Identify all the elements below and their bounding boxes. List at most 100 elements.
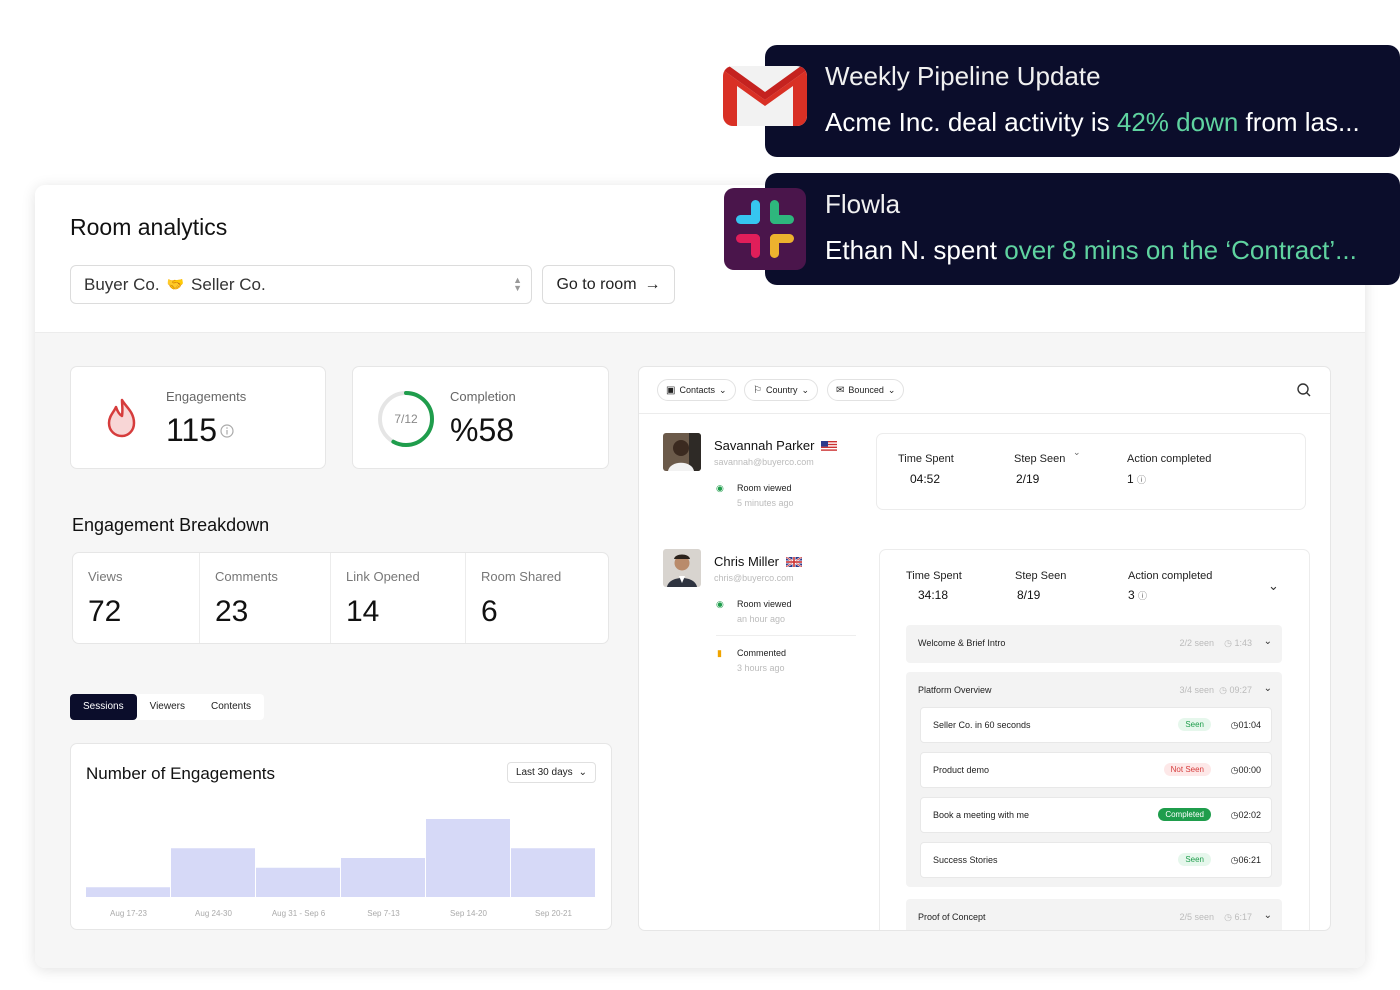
page-title: Room analytics xyxy=(70,214,228,240)
step-name: Platform Overview xyxy=(918,685,992,695)
engagements-label: Engagements xyxy=(166,389,247,404)
chart-bar[interactable] xyxy=(86,887,170,897)
step-row[interactable]: Proof of Concept 2/5 seen ◷ 6:17 ⌄ xyxy=(906,899,1282,930)
content-item[interactable]: Product demo Not Seen ◷00:00 xyxy=(920,752,1272,788)
search-icon[interactable] xyxy=(1296,382,1312,398)
breakdown-views: Views 72 xyxy=(73,553,200,643)
step-seen-value: 8/19 xyxy=(1017,588,1041,602)
tab-viewers[interactable]: Viewers xyxy=(137,694,198,720)
chart-bar[interactable] xyxy=(511,848,595,897)
content-name: Success Stories xyxy=(933,855,998,865)
content-item[interactable]: Book a meeting with me Completed ◷02:02 xyxy=(920,797,1272,833)
status-badge: Completed xyxy=(1158,808,1211,821)
chevron-down-icon[interactable]: ⌄ xyxy=(1264,683,1272,694)
engagements-value: 115 xyxy=(166,412,218,448)
content-time: ◷06:21 xyxy=(1230,855,1261,865)
step-seen: 2/2 seen xyxy=(1179,638,1214,648)
contact-email: chris@buyerco.com xyxy=(714,573,794,583)
comment-icon: ▮ xyxy=(717,648,722,658)
completion-value: %58 xyxy=(450,412,515,448)
filter-label: Country xyxy=(765,385,798,395)
completion-card: 7/12 Completion %58 xyxy=(352,366,609,469)
filter-label: Contacts xyxy=(679,385,715,395)
activity-label: Commented xyxy=(737,648,787,658)
chart-bar[interactable] xyxy=(341,858,425,897)
content-name: Book a meeting with me xyxy=(933,810,1030,820)
room-select[interactable]: Buyer Co. 🤝 Seller Co. ▲ ▼ xyxy=(70,265,532,304)
chevron-down-icon[interactable]: ⌄ xyxy=(1073,447,1081,458)
x-tick-label: Sep 7-13 xyxy=(367,909,400,918)
contact-metrics: Time Spent 04:52 Step Seen ⌄ 2/19 Action… xyxy=(876,433,1306,510)
step-duration: ◷ 1:43 xyxy=(1224,638,1252,648)
status-badge: Seen xyxy=(1178,718,1211,731)
fire-icon xyxy=(107,398,136,438)
divider xyxy=(716,635,856,636)
eye-icon: ◉ xyxy=(716,483,724,493)
handshake-icon: 🤝 xyxy=(166,276,185,292)
chevron-down-icon[interactable]: ⌄ xyxy=(1264,910,1272,921)
x-tick-label: Sep 20-21 xyxy=(535,909,572,918)
chevron-down-icon: ⌄ xyxy=(718,384,727,395)
bounced-icon: ✉ xyxy=(836,384,845,396)
content-item[interactable]: Success Stories Seen ◷06:21 xyxy=(920,842,1272,878)
content-name: Seller Co. in 60 seconds xyxy=(933,720,1031,730)
step-name: Proof of Concept xyxy=(918,912,986,922)
action-completed-label: Action completed xyxy=(1128,570,1213,582)
step-seen-label: Step Seen xyxy=(1014,453,1066,465)
x-tick-label: Aug 24-30 xyxy=(195,909,232,918)
chevron-down-icon[interactable]: ⌄ xyxy=(1264,636,1272,647)
breakdown-link-opened: Link Opened 14 xyxy=(331,553,466,643)
engagements-chart-panel: Number of Engagements Last 30 days ⌄ Aug… xyxy=(70,743,612,930)
go-to-room-label: Go to room xyxy=(556,275,637,293)
info-icon[interactable] xyxy=(220,424,234,438)
breakdown-label: Views xyxy=(88,569,123,584)
breakdown-value: 23 xyxy=(215,595,249,628)
content-time: ◷02:02 xyxy=(1230,810,1261,820)
time-spent-value: 04:52 xyxy=(910,472,941,486)
eye-icon: ◉ xyxy=(716,599,724,609)
engagements-bar-chart: Aug 17-23 Aug 24-30 Aug 31 - Sep 6 Sep 7-13… xyxy=(86,819,595,918)
view-tabs: Sessions Viewers Contents xyxy=(70,694,264,720)
filter-contacts[interactable]: ▣ Contacts ⌄ xyxy=(657,379,736,401)
tab-contents[interactable]: Contents xyxy=(198,694,264,720)
breakdown-label: Link Opened xyxy=(346,569,420,584)
chevron-down-icon: ⌄ xyxy=(887,384,896,395)
go-to-room-button[interactable]: Go to room → xyxy=(542,265,675,304)
action-completed-label: Action completed xyxy=(1127,453,1212,465)
notification-message: Ethan N. spent over 8 mins on the ‘Contr… xyxy=(825,235,1357,265)
activity-label: Room viewed xyxy=(737,599,792,609)
step-seen-label: Step Seen xyxy=(1015,570,1067,582)
gmail-notification[interactable]: Weekly Pipeline Update Acme Inc. deal ac… xyxy=(765,45,1400,157)
step-duration: ◷ 6:17 xyxy=(1224,912,1252,922)
content-item[interactable]: Seller Co. in 60 seconds Seen ◷01:04 xyxy=(920,707,1272,743)
chart-bar[interactable] xyxy=(256,867,340,897)
tab-sessions[interactable]: Sessions xyxy=(70,694,137,720)
activity-time: an hour ago xyxy=(737,614,786,624)
contact-email: savannah@buyerco.com xyxy=(714,457,814,467)
room-analytics-card: Room analytics Buyer Co. 🤝 Seller Co. ▲ ▼… xyxy=(35,185,1365,968)
contact-name: Savannah Parker xyxy=(714,438,838,453)
step-seen-value: 2/19 xyxy=(1016,472,1040,486)
avatar xyxy=(663,549,701,587)
activity-time: 3 hours ago xyxy=(737,663,785,673)
chevron-down-icon[interactable]: ⌄ xyxy=(1268,578,1279,594)
contacts-panel: ▣ Contacts ⌄ ⚐ Country ⌄ ✉ Bounced ⌄ Sav… xyxy=(638,366,1331,931)
completion-ring: 7/12 xyxy=(378,391,434,447)
filter-bar: ▣ Contacts ⌄ ⚐ Country ⌄ ✉ Bounced ⌄ xyxy=(639,367,1330,414)
notification-title: Flowla xyxy=(825,189,901,219)
step-row[interactable]: Welcome & Brief Intro 2/2 seen ◷ 1:43 ⌄ xyxy=(906,625,1282,663)
notification-message: Acme Inc. deal activity is 42% down from… xyxy=(825,107,1360,137)
slack-notification[interactable]: Flowla Ethan N. spent over 8 mins on the… xyxy=(765,173,1400,285)
step-seen: 2/5 seen xyxy=(1179,912,1214,922)
chart-bar[interactable] xyxy=(426,819,510,897)
breakdown-room-shared: Room Shared 6 xyxy=(466,553,608,643)
breakdown-title: Engagement Breakdown xyxy=(72,515,270,535)
x-tick-label: Aug 17-23 xyxy=(110,909,147,918)
status-badge: Seen xyxy=(1178,853,1211,866)
breakdown-value: 72 xyxy=(88,595,122,628)
chart-bar[interactable] xyxy=(171,848,255,897)
filter-country[interactable]: ⚐ Country ⌄ xyxy=(744,379,819,401)
filter-bounced[interactable]: ✉ Bounced ⌄ xyxy=(827,379,905,401)
notification-title: Weekly Pipeline Update xyxy=(825,61,1101,91)
action-completed-value: 1 ⓘ xyxy=(1127,472,1147,486)
